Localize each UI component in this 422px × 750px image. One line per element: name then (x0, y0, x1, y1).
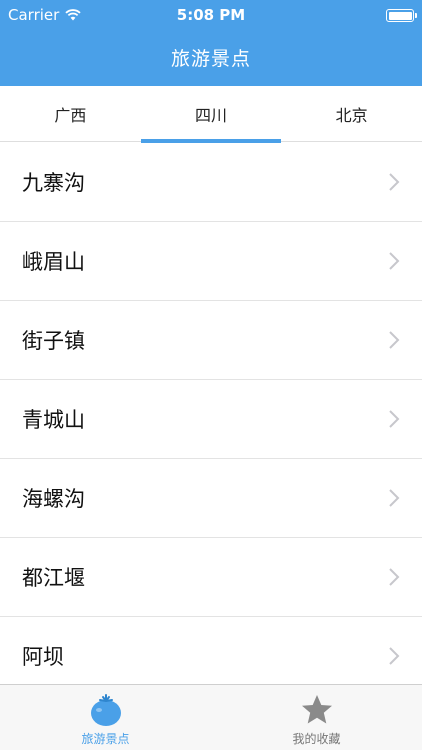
list-item-label: 九寨沟 (22, 171, 85, 195)
tab-label: 四川 (195, 106, 228, 125)
list-item[interactable]: 阿坝 (0, 617, 422, 684)
tab-sichuan[interactable]: 四川 (140, 86, 282, 143)
tabbar-label: 我的收藏 (292, 732, 341, 746)
tabbar-item-attractions[interactable]: 旅游景点 (0, 685, 211, 750)
list-item[interactable]: 九寨沟 (0, 143, 422, 222)
region-tabs: 广西 四川 北京 (0, 86, 422, 143)
bottom-tab-bar: 旅游景点 我的收藏 (0, 684, 422, 750)
chevron-right-icon (389, 173, 400, 191)
chevron-right-icon (389, 489, 400, 507)
attraction-list: 九寨沟 峨眉山 街子镇 青城山 海螺沟 都江堰 阿坝 (0, 143, 422, 684)
list-item[interactable]: 街子镇 (0, 301, 422, 380)
list-item-label: 都江堰 (22, 566, 85, 590)
tab-label: 广西 (54, 106, 87, 125)
chevron-right-icon (389, 252, 400, 270)
status-time: 5:08 PM (176, 6, 246, 24)
list-item-label: 峨眉山 (22, 250, 85, 274)
tomato-icon (90, 694, 121, 726)
tab-guangxi[interactable]: 广西 (0, 86, 141, 142)
chevron-right-icon (389, 410, 400, 428)
list-item[interactable]: 都江堰 (0, 538, 422, 617)
list-item-label: 青城山 (22, 408, 85, 432)
chevron-right-icon (389, 331, 400, 349)
app-header: Carrier 5:08 PM 旅游景点 (0, 0, 422, 86)
battery-icon (386, 9, 417, 22)
list-item[interactable]: 海螺沟 (0, 459, 422, 538)
list-item[interactable]: 峨眉山 (0, 222, 422, 301)
star-icon (301, 695, 332, 724)
chevron-right-icon (389, 647, 400, 665)
list-item-label: 阿坝 (22, 645, 64, 669)
tabbar-item-favorites[interactable]: 我的收藏 (211, 685, 422, 750)
tab-beijing[interactable]: 北京 (281, 86, 422, 142)
list-item-label: 海螺沟 (22, 487, 85, 511)
list-item[interactable]: 青城山 (0, 380, 422, 459)
chevron-right-icon (389, 568, 400, 586)
tabbar-label: 旅游景点 (81, 732, 130, 746)
list-item-label: 街子镇 (22, 329, 85, 353)
tab-label: 北京 (335, 106, 368, 125)
page-title: 旅游景点 (170, 48, 251, 70)
status-bar: Carrier 5:08 PM (0, 0, 422, 30)
